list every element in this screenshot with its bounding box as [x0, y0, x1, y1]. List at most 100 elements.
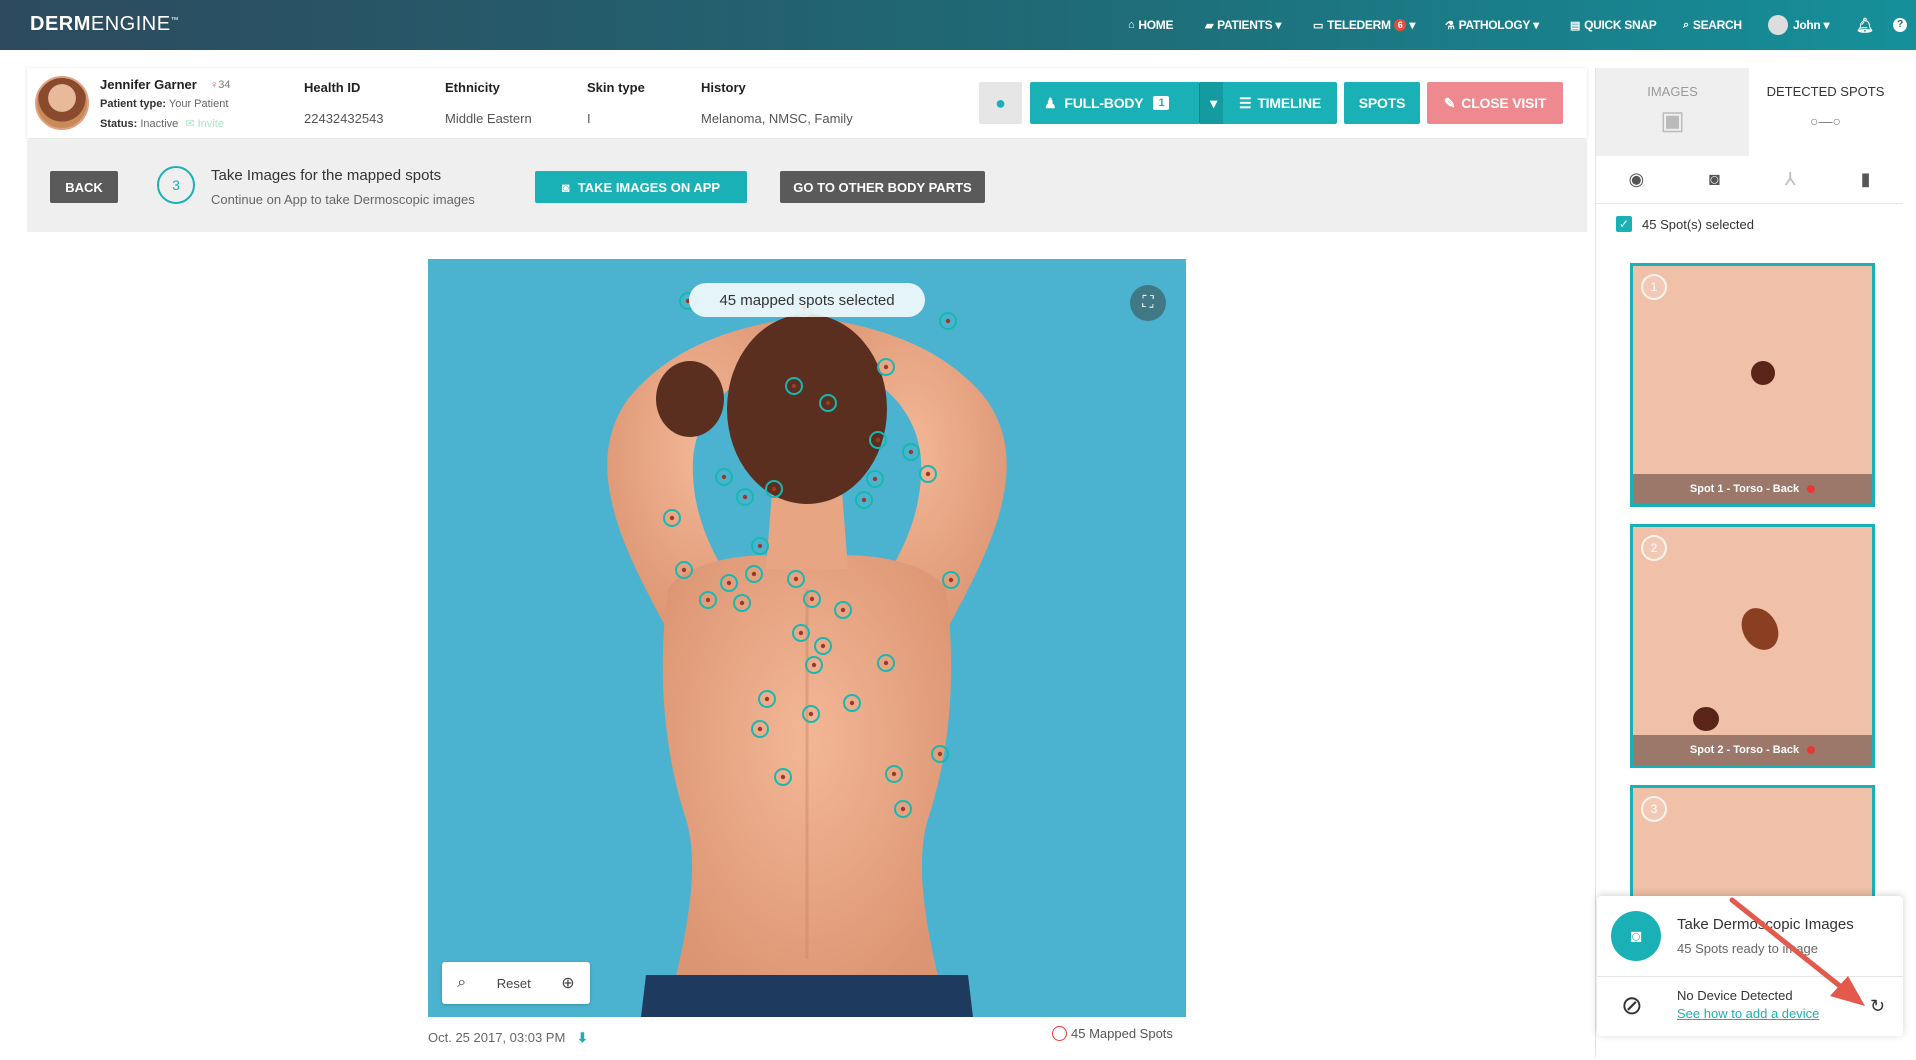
patient-info-bar: Jennifer Garner ♀34 Patient type: Your P… — [27, 68, 1587, 138]
checkbox-checked-icon[interactable]: ✓ — [1616, 216, 1632, 232]
nav-user-menu[interactable]: John ▾ — [1768, 0, 1829, 50]
mapped-spot-marker[interactable] — [758, 690, 776, 708]
mapped-spot-marker[interactable] — [745, 565, 763, 583]
spot-number: 2 — [1641, 535, 1667, 561]
mapped-spot-marker[interactable] — [751, 720, 769, 738]
mapped-spot-marker[interactable] — [877, 358, 895, 376]
chevron-down-icon: ▾ — [1823, 18, 1830, 32]
mapped-spots-layer — [663, 292, 960, 818]
nav-quick-snap[interactable]: ▤ QUICK SNAP — [1570, 0, 1657, 50]
nav-home[interactable]: ⌂ HOME — [1128, 0, 1173, 50]
help-icon[interactable]: ? — [1893, 0, 1907, 50]
take-images-on-app-button[interactable]: ◙ TAKE IMAGES ON APP — [535, 171, 747, 203]
zoom-out-icon[interactable]: ⌕ — [457, 974, 466, 992]
spot-thumbnail-3[interactable]: 3 — [1630, 785, 1875, 900]
body-pose-icon[interactable]: ⅄ — [1785, 169, 1796, 190]
tab-images[interactable]: IMAGES ▣ — [1596, 68, 1749, 156]
close-visit-icon: ✎ — [1443, 94, 1456, 111]
mapped-spot-marker[interactable] — [774, 768, 792, 786]
back-button[interactable]: BACK — [50, 171, 118, 203]
user-icon: ● — [995, 92, 1006, 113]
mapped-spot-marker[interactable] — [834, 601, 852, 619]
mapped-spot-marker[interactable] — [675, 561, 693, 579]
zoom-in-icon[interactable]: ⊕ — [561, 973, 574, 993]
mapped-spot-marker[interactable] — [939, 312, 957, 330]
lesion-image — [1734, 601, 1786, 657]
dermengine-logo[interactable]: DERMENGINE™ — [30, 13, 179, 36]
select-all-spots[interactable]: ✓ 45 Spot(s) selected — [1616, 216, 1754, 232]
spots-button[interactable]: SPOTS — [1344, 82, 1420, 124]
mapped-spot-marker[interactable] — [855, 491, 873, 509]
mapped-spot-marker[interactable] — [885, 765, 903, 783]
patient-profile-button[interactable]: ● — [979, 82, 1022, 124]
mapped-spot-marker[interactable] — [785, 377, 803, 395]
mapped-spot-marker[interactable] — [792, 624, 810, 642]
mapped-spot-marker[interactable] — [736, 488, 754, 506]
mapped-spot-marker[interactable] — [919, 465, 937, 483]
full-body-button[interactable]: ♟ FULL-BODY 1 — [1030, 82, 1200, 124]
mapped-spot-marker[interactable] — [803, 590, 821, 608]
ethnicity-value: Middle Eastern — [445, 111, 532, 126]
go-to-other-body-parts-button[interactable]: GO TO OTHER BODY PARTS — [780, 171, 985, 203]
fullscreen-button[interactable]: ⛶ — [1130, 285, 1166, 321]
home-icon: ⌂ — [1128, 19, 1135, 31]
mapped-spot-legend-icon — [1052, 1026, 1067, 1041]
camera-icon[interactable]: ◙ — [1709, 169, 1720, 190]
spot-thumbnail-1[interactable]: 1 Spot 1 - Torso - Back — [1630, 263, 1875, 507]
mapped-spot-marker[interactable] — [819, 394, 837, 412]
body-map-viewer[interactable]: 45 mapped spots selected ⛶ ⌕ Reset ⊕ — [428, 259, 1186, 1017]
expand-icon: ⛶ — [1142, 294, 1154, 311]
mapped-spot-marker[interactable] — [866, 470, 884, 488]
patient-age: ♀34 — [210, 79, 231, 91]
mapped-spot-marker[interactable] — [765, 480, 783, 498]
female-icon: ♀ — [210, 79, 219, 91]
nav-telederm[interactable]: ▭ TELEDERM 6 ▾ — [1313, 0, 1415, 50]
no-device-icon: ⊘ — [1621, 990, 1643, 1020]
bell-icon[interactable]: 🔔︎ — [1856, 0, 1874, 50]
telederm-badge: 6 — [1393, 19, 1407, 31]
lesion-image — [1693, 707, 1719, 731]
invite-link[interactable]: ✉ Invite — [185, 118, 224, 130]
mapped-spot-marker[interactable] — [843, 694, 861, 712]
nav-pathology[interactable]: ⚗ PATHOLOGY ▾ — [1445, 0, 1539, 50]
mapped-spot-marker[interactable] — [902, 443, 920, 461]
close-visit-button[interactable]: ✎ CLOSE VISIT — [1427, 82, 1563, 124]
mapped-spot-marker[interactable] — [751, 537, 769, 555]
nav-patients[interactable]: ▰ PATIENTS ▾ — [1205, 0, 1281, 50]
mapped-spot-marker[interactable] — [814, 637, 832, 655]
mapped-spot-marker[interactable] — [663, 509, 681, 527]
tab-detected-spots[interactable]: DETECTED SPOTS ○—○ — [1749, 68, 1902, 156]
mapped-spot-marker[interactable] — [877, 654, 895, 672]
mapped-spots-legend: 45 Mapped Spots — [1052, 1026, 1173, 1041]
nav-search[interactable]: ⌕ SEARCH — [1683, 0, 1742, 50]
user-avatar — [1768, 15, 1788, 35]
mapped-spot-marker[interactable] — [942, 571, 960, 589]
chevron-down-icon: ▾ — [1275, 18, 1282, 32]
step-subtitle: Continue on App to take Dermoscopic imag… — [211, 192, 475, 207]
camera-icon: ◙ — [1611, 911, 1661, 961]
mapped-spot-marker[interactable] — [715, 468, 733, 486]
mapped-spot-marker[interactable] — [805, 656, 823, 674]
mapped-spot-marker[interactable] — [931, 745, 949, 763]
mapped-spot-marker[interactable] — [894, 800, 912, 818]
mapped-spot-marker[interactable] — [869, 431, 887, 449]
patient-icon[interactable]: ◉ — [1628, 169, 1644, 190]
quick-snap-icon: ▤ — [1570, 19, 1581, 32]
mapped-spot-marker[interactable] — [802, 705, 820, 723]
patients-icon: ▰ — [1205, 19, 1214, 32]
zoom-controls: ⌕ Reset ⊕ — [442, 962, 590, 1004]
patient-avatar — [35, 76, 89, 130]
mapped-spot-marker[interactable] — [720, 574, 738, 592]
timeline-button[interactable]: ☰ TIMELINE — [1223, 82, 1337, 124]
annotation-arrow — [1729, 897, 1865, 1006]
mapped-spot-marker[interactable] — [787, 570, 805, 588]
mapped-spot-marker[interactable] — [699, 591, 717, 609]
skin-type-value: I — [587, 111, 591, 126]
trash-icon[interactable]: ▮ — [1861, 169, 1871, 190]
mapped-spot-marker[interactable] — [733, 594, 751, 612]
history-label: History — [701, 80, 746, 95]
download-icon[interactable]: ⬇ — [577, 1030, 588, 1045]
health-id-value: 22432432543 — [304, 111, 384, 126]
spot-thumbnail-2[interactable]: 2 Spot 2 - Torso - Back — [1630, 524, 1875, 768]
reset-zoom-button[interactable]: Reset — [497, 976, 531, 991]
